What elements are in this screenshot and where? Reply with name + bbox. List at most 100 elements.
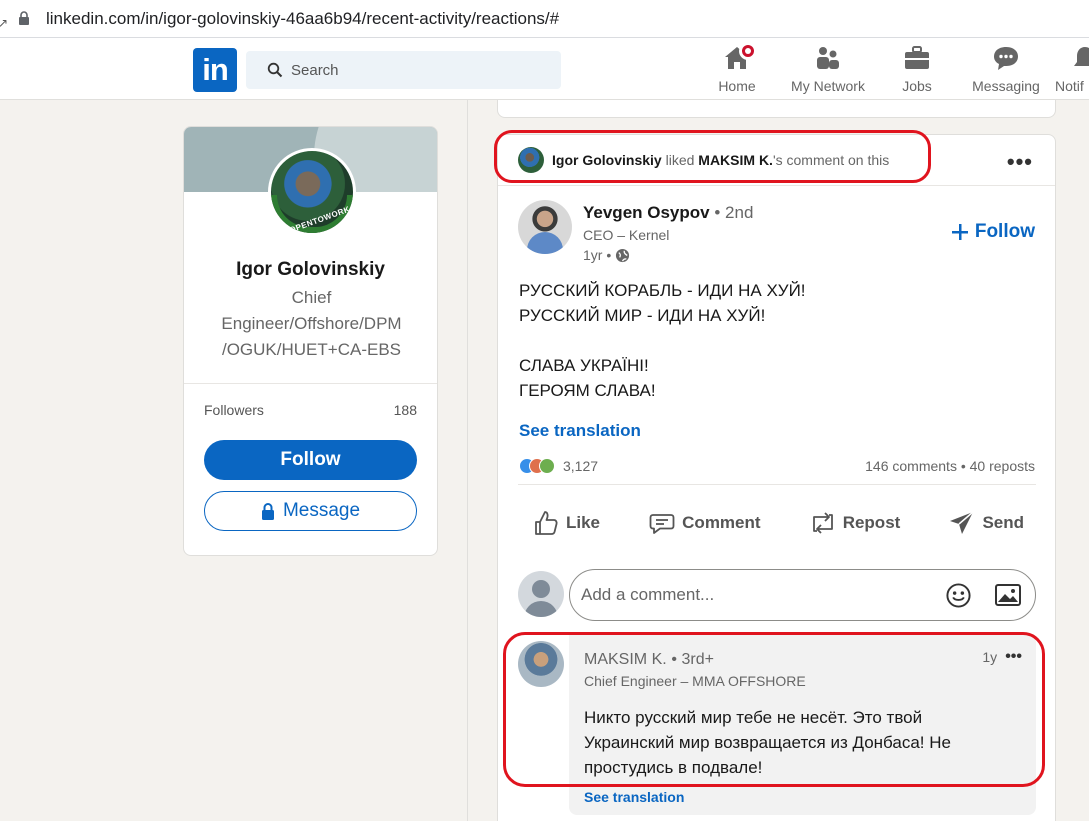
divider (184, 383, 437, 384)
nav-jobs-label: Jobs (902, 78, 932, 94)
followers-count: 188 (393, 402, 417, 418)
send-icon (950, 511, 974, 534)
post-time: 1yr • (583, 247, 630, 263)
bell-icon (1071, 44, 1089, 72)
nav-notifications-label: Notif (1055, 78, 1084, 94)
like-label: Like (566, 513, 601, 532)
search-icon (267, 62, 283, 78)
nav-messaging[interactable]: Messaging (968, 44, 1044, 98)
notification-badge (739, 42, 757, 60)
actor-avatar[interactable] (518, 147, 544, 173)
emoji-icon[interactable] (945, 582, 972, 609)
image-icon[interactable] (995, 584, 1021, 606)
globe-icon (616, 248, 630, 262)
url-text[interactable]: linkedin.com/in/igor-golovinskiy-46aa6b9… (46, 9, 559, 29)
comment-button[interactable]: Comment (634, 501, 774, 545)
repost-label: Repost (842, 513, 901, 532)
activity-header: Igor Golovinskiy liked MAKSIM K.'s comme… (518, 144, 889, 176)
support-reaction-icon (539, 458, 555, 474)
post-time-text: 1yr • (583, 247, 612, 263)
messaging-icon (992, 44, 1020, 72)
message-button[interactable]: Message (204, 491, 417, 531)
activity-target[interactable]: MAKSIM K. (698, 152, 773, 168)
current-user-avatar[interactable] (518, 571, 564, 617)
activity-text: Igor Golovinskiy liked MAKSIM K.'s comme… (552, 152, 889, 168)
post-text-line: СЛАВА УКРАЇНІ! (519, 356, 649, 375)
comment-text: Никто русский мир тебе не несёт. Это тво… (584, 708, 951, 777)
author-name[interactable]: Yevgen Osypov (583, 203, 710, 222)
top-navigation: in Search Home My Network Jobs Messaging… (0, 38, 1089, 100)
mouse-cursor-icon: ↗ (0, 16, 9, 30)
plus-icon (951, 224, 968, 240)
nav-home[interactable]: Home (712, 42, 762, 98)
previous-post-card (497, 100, 1056, 118)
post-see-translation-link[interactable]: See translation (519, 421, 641, 441)
profile-follow-button[interactable]: Follow (204, 440, 417, 480)
like-icon (535, 511, 558, 535)
nav-messaging-label: Messaging (972, 78, 1040, 94)
search-placeholder: Search (291, 62, 339, 79)
repost-button[interactable]: Repost (795, 501, 915, 545)
author-name-row[interactable]: Yevgen Osypov • 2nd (583, 203, 753, 223)
repost-icon (812, 512, 833, 534)
comment-see-translation-link[interactable]: See translation (584, 789, 684, 805)
activity-verb: liked (665, 152, 695, 168)
commenter-name-row[interactable]: MAKSIM K. • 3rd+ (584, 649, 714, 669)
send-label: Send (982, 513, 1024, 532)
add-comment-input[interactable]: Add a comment... (569, 569, 1036, 621)
linkedin-logo[interactable]: in (193, 48, 237, 92)
divider (518, 484, 1036, 485)
reactions-count: 3,127 (563, 458, 599, 474)
search-input[interactable]: Search (246, 51, 561, 89)
lock-icon (261, 502, 274, 520)
briefcase-icon (903, 44, 931, 72)
nav-notifications[interactable]: Notif (1055, 44, 1089, 98)
post-body: РУССКИЙ КОРАБЛЬ - ИДИ НА ХУЙ! РУССКИЙ МИ… (519, 278, 806, 403)
profile-headline: Chief Engineer/Offshore/DPM /OGUK/HUET+C… (204, 285, 419, 363)
message-button-label: Message (282, 500, 361, 521)
post-card: Igor Golovinskiy liked MAKSIM K.'s comme… (497, 134, 1056, 821)
commenter-name[interactable]: MAKSIM K. (584, 651, 667, 668)
activity-suffix: 's comment on this (772, 152, 890, 168)
comment-label: Comment (682, 513, 761, 532)
reaction-icons (519, 458, 559, 474)
commenter-title: Chief Engineer – MMA OFFSHORE (584, 673, 806, 689)
post-text-line: ГЕРОЯМ СЛАВА! (519, 381, 656, 400)
author-follow-label: Follow (974, 221, 1035, 242)
post-actions: Like Comment Repost Send (518, 501, 1038, 545)
profile-name[interactable]: Igor Golovinskiy (184, 259, 437, 281)
author-follow-button[interactable]: Follow (951, 221, 1035, 243)
headline-line: Chief (291, 288, 332, 307)
commenter-degree: • 3rd+ (671, 651, 714, 668)
author-title: CEO – Kernel (583, 227, 670, 243)
author-avatar[interactable] (518, 200, 572, 254)
profile-card: #OPENTOWORK Igor Golovinskiy Chief Engin… (183, 126, 438, 556)
comment-time: 1y (982, 649, 998, 665)
send-button[interactable]: Send (934, 501, 1038, 545)
nav-my-network-label: My Network (791, 78, 865, 94)
comments-reposts-count[interactable]: 146 comments • 40 reposts (865, 458, 1035, 474)
author-degree: • 2nd (714, 203, 754, 222)
post-more-options-icon[interactable]: ••• (1007, 149, 1033, 175)
comment-item: MAKSIM K. • 3rd+ Chief Engineer – MMA OF… (569, 635, 1036, 815)
nav-jobs[interactable]: Jobs (894, 44, 940, 98)
divider (498, 185, 1055, 186)
post-text-line: РУССКИЙ КОРАБЛЬ - ИДИ НА ХУЙ! (519, 281, 806, 300)
like-button[interactable]: Like (518, 501, 614, 545)
comment-placeholder: Add a comment... (581, 585, 715, 604)
followers-label: Followers (204, 402, 264, 418)
lock-icon (19, 11, 29, 25)
nav-home-label: Home (718, 78, 756, 94)
profile-avatar[interactable]: #OPENTOWORK (268, 148, 356, 236)
post-text-line: РУССКИЙ МИР - ИДИ НА ХУЙ! (519, 306, 766, 325)
nav-my-network[interactable]: My Network (784, 44, 872, 98)
comment-icon (649, 514, 675, 534)
commenter-avatar[interactable] (518, 641, 564, 687)
comment-more-options-icon[interactable]: ••• (1005, 648, 1022, 666)
browser-address-bar[interactable]: ↗ linkedin.com/in/igor-golovinskiy-46aa6… (0, 0, 1089, 38)
comment-meta: 1y ••• (982, 648, 1022, 666)
activity-actor[interactable]: Igor Golovinskiy (552, 152, 662, 168)
reactions-summary[interactable]: 3,127 (519, 458, 598, 474)
headline-line: Engineer/Offshore/DPM (221, 314, 402, 333)
post-text-line (519, 328, 806, 353)
